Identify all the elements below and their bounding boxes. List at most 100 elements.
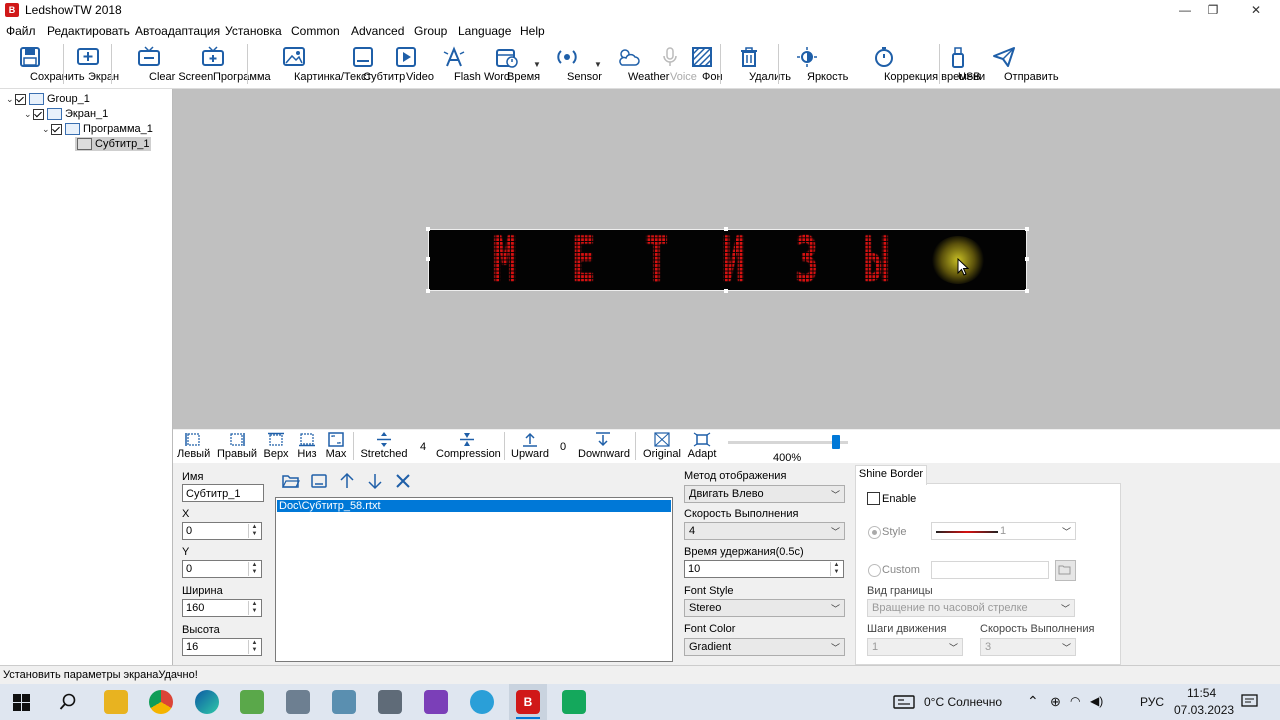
menu-advanced[interactable]: Advanced [351,24,404,38]
network-icon[interactable]: ⊕ [1050,694,1061,710]
font-style-select[interactable]: Stereo ﹀ [684,599,845,617]
save-button[interactable]: Сохранить [4,44,85,86]
send-button[interactable]: Отправить [976,44,1059,86]
picture-text-button[interactable]: Картинка/Текст [254,44,372,86]
font-color-select[interactable]: Gradient ﹀ [684,638,845,656]
tree-item-group[interactable]: ⌄ Group_1 [6,92,90,106]
weather-widget[interactable]: 0°C Солнечно [924,695,1002,709]
app-bug-icon[interactable] [286,690,310,714]
weather-button[interactable]: Weather [607,44,669,86]
open-folder-icon[interactable] [282,473,300,489]
delete-button[interactable]: Удалить [727,44,791,86]
telegram-icon[interactable] [470,690,494,714]
menu-common[interactable]: Common [291,24,340,38]
ledshow-app-icon[interactable]: B [516,690,540,714]
x-stepper[interactable]: 0 ▲ ▼ [182,522,262,540]
resize-handle[interactable] [426,227,430,231]
tree-item-program[interactable]: ⌄ Программа_1 [42,122,153,136]
search-icon[interactable] [59,693,77,711]
tree-item-screen[interactable]: ⌄ Экран_1 [24,107,108,121]
file-list-item[interactable]: Doc\Субтитр_58.rtxt [277,500,671,512]
group-checkbox[interactable] [15,93,26,105]
display-method-select[interactable]: Двигать Влево ﹀ [684,485,845,503]
zoom-slider-thumb[interactable] [832,435,840,449]
stepper-arrows-icon[interactable]: ▲ ▼ [248,562,260,576]
chevron-up-icon[interactable]: ⌃ [1027,693,1039,710]
video-button[interactable]: Video [391,44,434,86]
stepper-arrows-icon[interactable]: ▲ ▼ [248,640,260,654]
windows-start-icon[interactable] [13,694,30,711]
custom-path-field[interactable] [931,561,1049,579]
flash-word-button[interactable]: Flash Word [426,44,510,86]
hold-time-stepper[interactable]: 10 ▲ ▼ [684,560,844,578]
align-bottom-button[interactable]: Низ [295,432,319,460]
program-checkbox[interactable] [51,123,62,135]
adapt-button[interactable]: Adapt [686,432,718,460]
y-stepper[interactable]: 0 ▲ ▼ [182,560,262,578]
app-green-icon[interactable] [240,690,264,714]
name-field[interactable]: Субтитр_1 [182,484,264,502]
app-green-2-icon[interactable] [562,690,586,714]
menu-edit[interactable]: Редактировать [47,24,130,38]
menu-help[interactable]: Help [520,24,545,38]
align-top-button[interactable]: Верх [263,432,289,460]
resize-handle[interactable] [1025,227,1029,231]
sensor-dropdown-icon[interactable]: ▼ [594,60,602,69]
width-stepper[interactable]: 160 ▲ ▼ [182,599,262,617]
wifi-icon[interactable]: ◠ [1070,694,1080,708]
tree-item-subtitle[interactable]: Субтитр_1 [75,137,152,151]
browse-button[interactable] [1055,560,1076,581]
height-stepper[interactable]: 16 ▲ ▼ [182,638,262,656]
screen-checkbox[interactable] [33,108,44,120]
volume-icon[interactable]: ◀) [1090,694,1103,708]
collapse-icon[interactable]: ⌄ [24,107,33,121]
brightness-button[interactable]: Яркость [786,44,848,86]
menu-settings[interactable]: Установка [225,24,282,38]
original-size-button[interactable]: Original [643,432,681,460]
background-button[interactable]: Фон [689,44,723,86]
clock-date[interactable]: 07.03.2023 [1174,703,1234,717]
menu-group[interactable]: Group [414,24,447,38]
align-left-button[interactable]: Левый [177,432,210,460]
maximize-button[interactable]: ❐ [1190,0,1236,21]
upward-button[interactable]: Upward [511,432,549,460]
resize-handle[interactable] [724,227,728,231]
tab-shine-border[interactable]: Shine Border [855,465,927,485]
move-up-icon[interactable] [338,472,356,490]
resize-handle[interactable] [724,289,728,293]
collapse-icon[interactable]: ⌄ [6,92,15,106]
clock-time[interactable]: 11:54 [1187,686,1216,700]
stepper-arrows-icon[interactable]: ▲ ▼ [830,562,842,576]
resize-handle[interactable] [1025,289,1029,293]
news-widget-icon[interactable] [893,694,915,710]
style-radio[interactable] [868,526,881,539]
usb-button[interactable]: USB [946,44,981,86]
menu-file[interactable]: Файл [6,24,36,38]
maximize-area-button[interactable]: Max [324,432,348,460]
custom-radio[interactable] [868,564,881,577]
screen-button[interactable]: Экран [70,44,119,86]
remove-file-icon[interactable] [394,472,412,490]
time-button[interactable]: Время [489,44,540,86]
collapse-icon[interactable]: ⌄ [42,122,51,136]
compression-button[interactable]: Compression [436,432,501,460]
app-blue-icon[interactable] [332,690,356,714]
menu-language[interactable]: Language [458,24,511,38]
clear-screen-button[interactable]: Clear Screen [118,44,213,86]
input-language[interactable]: РУС [1140,695,1164,709]
time-correction-button[interactable]: Коррекция времени [835,44,985,86]
visual-studio-icon[interactable] [424,690,448,714]
stepper-arrows-icon[interactable]: ▲ ▼ [248,524,260,538]
resize-handle[interactable] [426,257,430,261]
program-button[interactable]: Программа [186,44,271,86]
voice-button[interactable]: Voice [655,44,697,86]
time-dropdown-icon[interactable]: ▼ [533,60,541,69]
sensor-button[interactable]: Sensor [548,44,602,86]
notifications-icon[interactable] [1241,694,1258,710]
subtitle-button[interactable]: Субтитр [341,44,405,86]
resize-handle[interactable] [426,289,430,293]
file-explorer-icon[interactable] [104,690,128,714]
file-list[interactable]: Doc\Субтитр_58.rtxt [275,497,673,662]
speed-select[interactable]: 4 ﹀ [684,522,845,540]
border-speed-select[interactable]: 3 ﹀ [980,638,1076,656]
